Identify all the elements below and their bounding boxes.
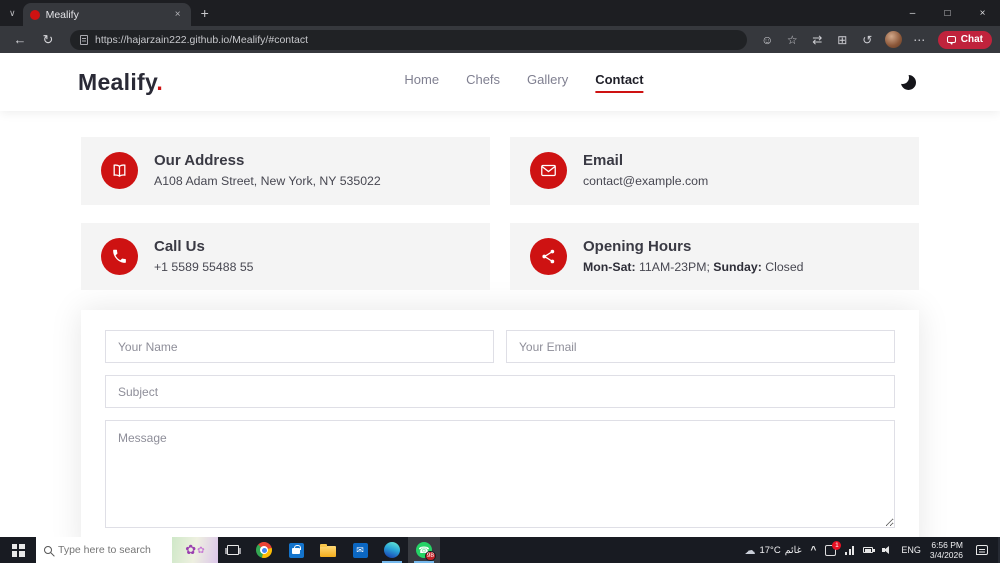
- browser-titlebar: ∨ Mealify × + – □ ×: [0, 0, 1000, 26]
- new-tab-button[interactable]: +: [191, 5, 219, 26]
- tray-app-icon[interactable]: 1: [825, 540, 842, 556]
- windows-logo-icon: [11, 543, 25, 557]
- collections-icon[interactable]: ⊞: [832, 33, 853, 47]
- taskbar: ✿ ✿ ✉ ☎ 98 ☁ 17°C غائم ^: [0, 537, 1000, 563]
- phone-icon: [101, 237, 138, 275]
- nav-item-home[interactable]: Home: [404, 72, 439, 93]
- search-icon: [44, 546, 52, 554]
- card-text: A108 Adam Street, New York, NY 535022: [154, 174, 381, 188]
- card-text: contact@example.com: [583, 174, 709, 188]
- cloud-icon: ☁: [744, 544, 756, 557]
- maximize-button[interactable]: □: [930, 0, 965, 26]
- window-controls: – □ ×: [895, 0, 1000, 26]
- flower-icon: ✿: [185, 542, 197, 557]
- contact-form: [81, 310, 919, 537]
- taskbar-search[interactable]: ✿ ✿: [36, 537, 218, 563]
- tab-search-chevron-icon[interactable]: ∨: [0, 8, 23, 26]
- chat-bubble-icon: [946, 36, 956, 45]
- nav-item-contact[interactable]: Contact: [595, 72, 644, 93]
- address-card: Our Address A108 Adam Street, New York, …: [81, 137, 490, 205]
- map-book-icon: [101, 152, 138, 190]
- card-title: Call Us: [154, 237, 205, 255]
- nav-item-chefs[interactable]: Chefs: [466, 72, 500, 93]
- page-viewport: Mealify. Home Chefs Gallery Contact Our …: [0, 53, 1000, 537]
- card-title: Our Address: [154, 152, 245, 169]
- back-button[interactable]: ←: [8, 32, 32, 47]
- history-icon[interactable]: ↺: [857, 33, 878, 47]
- more-menu-icon[interactable]: ⋯: [909, 33, 930, 47]
- weather-temp: 17°C: [759, 544, 781, 556]
- search-highlight-flowers-image[interactable]: ✿ ✿: [172, 537, 218, 563]
- network-icon[interactable]: [845, 545, 855, 555]
- pinned-apps: ✉ ☎ 98: [248, 537, 440, 563]
- mail-taskbar-icon[interactable]: ✉: [344, 537, 376, 563]
- logo-dot: .: [156, 68, 164, 95]
- edge-taskbar-icon[interactable]: [376, 537, 408, 563]
- refresh-button[interactable]: ↻: [36, 32, 60, 48]
- language-indicator[interactable]: ENG: [901, 545, 921, 555]
- card-title: Email: [583, 152, 624, 169]
- tray-date: 3/4/2026: [929, 550, 963, 560]
- task-view-button[interactable]: [218, 537, 248, 563]
- volume-icon[interactable]: [882, 545, 892, 555]
- start-button[interactable]: [0, 537, 36, 563]
- card-text: +1 5589 55488 55: [154, 259, 254, 274]
- hours-card: Opening Hours Mon-Sat: 11AM-23PM; Sunday…: [510, 222, 919, 291]
- favorite-star-icon[interactable]: ☆: [782, 33, 803, 47]
- chat-button[interactable]: Chat: [937, 30, 992, 49]
- taskbar-weather[interactable]: ☁ 17°C غائم: [744, 544, 801, 557]
- site-header: Mealify. Home Chefs Gallery Contact: [0, 53, 1000, 111]
- call-card: Call Us +1 5589 55488 55: [81, 222, 490, 291]
- action-center-icon[interactable]: [976, 545, 988, 555]
- file-explorer-taskbar-icon[interactable]: [312, 537, 344, 563]
- site-info-icon[interactable]: [80, 34, 88, 45]
- browser-toolbar: ← ↻ https://hajarzain222.github.io/Meali…: [0, 26, 1000, 53]
- system-tray: ☁ 17°C غائم ^ 1 ENG 6:56 PM 3/4/2026: [744, 537, 1000, 563]
- email-input[interactable]: [506, 330, 895, 364]
- taskbar-search-input[interactable]: [58, 544, 172, 556]
- browser-window: ∨ Mealify × + – □ × ← ↻ https://hajarzai…: [0, 0, 1000, 563]
- tray-time: 6:56 PM: [931, 540, 963, 550]
- address-bar[interactable]: https://hajarzain222.github.io/Mealify/#…: [70, 29, 747, 50]
- email-card: Email contact@example.com: [510, 137, 919, 205]
- message-textarea[interactable]: [105, 420, 895, 529]
- tray-expand-icon[interactable]: ^: [811, 545, 817, 556]
- tray-notification-badge: 1: [832, 540, 842, 550]
- weather-condition: غائم: [784, 544, 802, 556]
- site-nav: Home Chefs Gallery Contact: [404, 72, 644, 93]
- whatsapp-taskbar-icon[interactable]: ☎ 98: [408, 537, 440, 563]
- name-input[interactable]: [105, 330, 494, 364]
- tab-favicon: [29, 9, 40, 20]
- task-view-icon: [225, 545, 241, 555]
- chat-label: Chat: [960, 34, 983, 45]
- tab-close-icon[interactable]: ×: [172, 8, 184, 21]
- url-text: https://hajarzain222.github.io/Mealify/#…: [95, 33, 309, 46]
- tab-title: Mealify: [45, 8, 79, 21]
- split-screen-icon[interactable]: ⇄: [807, 33, 828, 47]
- share-icon: [530, 237, 567, 275]
- battery-icon[interactable]: [863, 547, 875, 553]
- whatsapp-badge: 98: [424, 551, 436, 561]
- card-text: Mon-Sat: 11AM-23PM; Sunday: Closed: [583, 259, 804, 274]
- dark-mode-moon-icon[interactable]: [896, 70, 916, 90]
- profile-avatar[interactable]: [884, 31, 902, 48]
- feedback-smiley-icon[interactable]: ☺: [757, 33, 778, 47]
- nav-item-gallery[interactable]: Gallery: [527, 72, 568, 93]
- minimize-button[interactable]: –: [895, 0, 930, 26]
- browser-tab[interactable]: Mealify ×: [22, 3, 191, 26]
- card-title: Opening Hours: [583, 237, 692, 255]
- close-button[interactable]: ×: [965, 0, 1000, 26]
- taskbar-clock[interactable]: 6:56 PM 3/4/2026: [930, 540, 963, 560]
- subject-input[interactable]: [105, 375, 895, 409]
- flower-icon: ✿: [197, 544, 205, 555]
- site-logo[interactable]: Mealify.: [78, 69, 163, 96]
- contact-info-cards: Our Address A108 Adam Street, New York, …: [81, 137, 919, 291]
- chrome-taskbar-icon[interactable]: [248, 537, 280, 563]
- envelope-icon: [530, 152, 567, 190]
- store-taskbar-icon[interactable]: [280, 537, 312, 563]
